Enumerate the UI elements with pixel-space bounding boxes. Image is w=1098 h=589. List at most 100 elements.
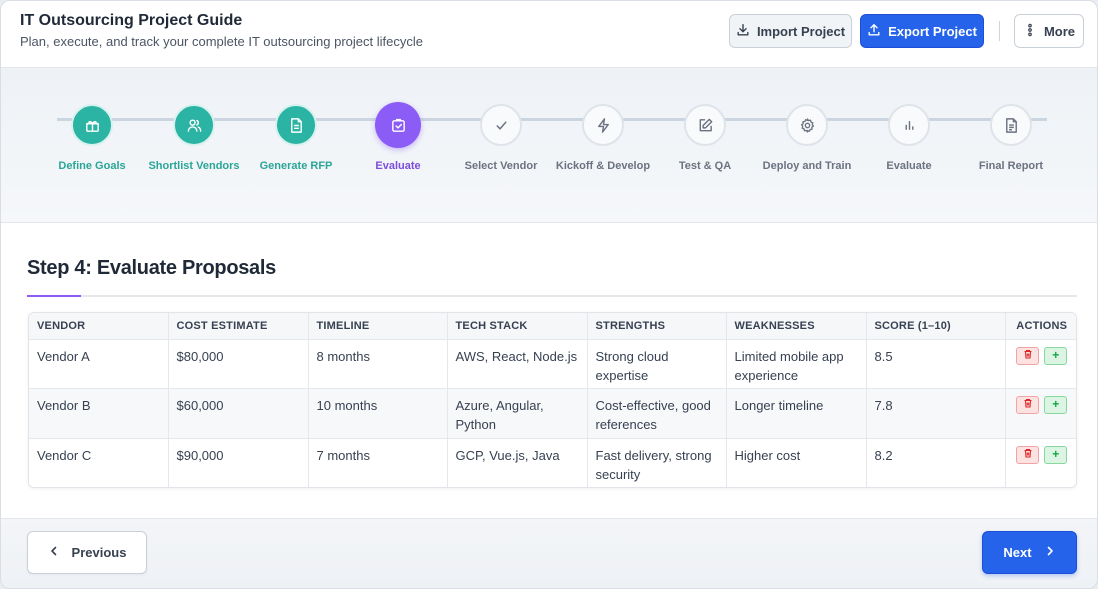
gift-icon: [71, 104, 113, 146]
export-project-label: Export Project: [888, 23, 977, 39]
table-row: Vendor A $80,000 8 months AWS, React, No…: [29, 339, 1076, 389]
cell-vendor[interactable]: Vendor C: [29, 438, 169, 487]
cell-actions: +: [1005, 438, 1076, 487]
cell-actions: +: [1005, 388, 1076, 439]
previous-button[interactable]: Previous: [27, 531, 147, 574]
import-project-label: Import Project: [756, 23, 846, 39]
column-header-actions: ACTIONS: [1005, 313, 1076, 340]
import-project-button[interactable]: Import Project: [729, 14, 852, 48]
cell-vendor[interactable]: Vendor B: [29, 388, 169, 439]
delete-row-button[interactable]: [1016, 346, 1040, 365]
step-label: Select Vendor: [464, 160, 538, 172]
add-row-button[interactable]: +: [1044, 346, 1068, 365]
delete-row-button[interactable]: [1016, 445, 1040, 464]
next-button[interactable]: Next: [982, 531, 1077, 574]
cell-score[interactable]: 7.8: [866, 388, 1006, 439]
download-icon: [736, 23, 750, 40]
add-row-button[interactable]: +: [1044, 395, 1068, 414]
step-label: Final Report: [978, 160, 1044, 172]
chevron-right-icon: [1044, 545, 1056, 560]
trash-icon: [1023, 395, 1033, 414]
progress-stepper: Define Goals Shortlist Vendors Generate …: [1, 68, 1097, 223]
step-kickoff-develop[interactable]: Kickoff & Develop: [552, 104, 654, 173]
cell-weaknesses[interactable]: Limited mobile app experience: [726, 339, 867, 389]
upload-icon: [867, 23, 881, 40]
title-accent-bar: [27, 295, 81, 297]
cell-vendor[interactable]: Vendor A: [29, 339, 169, 389]
header-divider: [999, 21, 1000, 41]
app-window: IT Outsourcing Project Guide Plan, execu…: [0, 0, 1098, 589]
step-generate-rfp[interactable]: Generate RFP: [245, 104, 347, 173]
cell-tech-stack[interactable]: AWS, React, Node.js: [447, 339, 588, 389]
previous-label: Previous: [71, 545, 127, 560]
trash-icon: [1023, 445, 1033, 464]
edit-icon: [684, 104, 726, 146]
app-title: IT Outsourcing Project Guide: [20, 12, 243, 29]
step-label: Kickoff & Develop: [555, 160, 651, 172]
cell-strengths[interactable]: Cost-effective, good references: [587, 388, 727, 439]
step-select-vendor[interactable]: Select Vendor: [450, 104, 552, 173]
cell-timeline[interactable]: 10 months: [308, 388, 448, 439]
chevron-left-icon: [48, 545, 60, 560]
column-header-tech-stack[interactable]: TECH STACK: [447, 313, 588, 340]
more-label: More: [1043, 23, 1076, 39]
main-content: Step 4: Evaluate Proposals VENDOR COST E…: [1, 223, 1097, 518]
users-icon: [173, 104, 215, 146]
section-title: Step 4: Evaluate Proposals: [27, 257, 276, 279]
cell-strengths[interactable]: Fast delivery, strong security: [587, 438, 727, 487]
export-project-button[interactable]: Export Project: [860, 14, 984, 48]
document-icon: [275, 104, 317, 146]
step-label: Generate RFP: [259, 160, 333, 172]
app-subtitle: Plan, execute, and track your complete I…: [20, 34, 423, 49]
step-define-goals[interactable]: Define Goals: [41, 104, 143, 173]
delete-row-button[interactable]: [1016, 395, 1040, 414]
lightning-icon: [582, 104, 624, 146]
report-icon: [990, 104, 1032, 146]
check-icon: [480, 104, 522, 146]
column-header-strengths[interactable]: STRENGTHS: [587, 313, 727, 340]
table-header-row: VENDOR COST ESTIMATE TIMELINE TECH STACK…: [29, 313, 1076, 340]
step-label: Test & QA: [678, 160, 732, 172]
step-test-qa[interactable]: Test & QA: [654, 104, 756, 173]
cell-weaknesses[interactable]: Higher cost: [726, 438, 867, 487]
column-header-score[interactable]: SCORE (1–10): [866, 313, 1006, 340]
cell-actions: +: [1005, 339, 1076, 389]
step-shortlist-vendors[interactable]: Shortlist Vendors: [143, 104, 245, 173]
cell-cost[interactable]: $60,000: [168, 388, 309, 439]
more-vertical-icon: [1023, 23, 1037, 40]
cell-weaknesses[interactable]: Longer timeline: [726, 388, 867, 439]
trash-icon: [1023, 346, 1033, 365]
table-row: Vendor C $90,000 7 months GCP, Vue.js, J…: [29, 438, 1076, 487]
step-evaluate-active[interactable]: Evaluate: [347, 102, 449, 173]
cell-score[interactable]: 8.5: [866, 339, 1006, 389]
step-final-report[interactable]: Final Report: [960, 104, 1062, 173]
step-label: Shortlist Vendors: [148, 160, 240, 172]
cell-tech-stack[interactable]: GCP, Vue.js, Java: [447, 438, 588, 487]
step-evaluate-final[interactable]: Evaluate: [858, 104, 960, 173]
cell-strengths[interactable]: Strong cloud expertise: [587, 339, 727, 389]
column-header-vendor[interactable]: VENDOR: [29, 313, 169, 340]
next-label: Next: [1003, 545, 1032, 560]
column-header-timeline[interactable]: TIMELINE: [308, 313, 448, 340]
cell-timeline[interactable]: 8 months: [308, 339, 448, 389]
cell-timeline[interactable]: 7 months: [308, 438, 448, 487]
step-label: Evaluate: [375, 160, 421, 172]
cell-cost[interactable]: $90,000: [168, 438, 309, 487]
more-button[interactable]: More: [1014, 14, 1084, 48]
cell-cost[interactable]: $80,000: [168, 339, 309, 389]
add-row-button[interactable]: +: [1044, 445, 1068, 464]
table-row: Vendor B $60,000 10 months Azure, Angula…: [29, 388, 1076, 439]
title-divider: [27, 295, 1077, 297]
cell-score[interactable]: 8.2: [866, 438, 1006, 487]
step-label: Define Goals: [58, 160, 126, 172]
header: IT Outsourcing Project Guide Plan, execu…: [1, 1, 1097, 68]
footer-nav: Previous Next: [1, 518, 1097, 588]
clipboard-check-icon: [375, 102, 421, 148]
step-deploy-train[interactable]: Deploy and Train: [756, 104, 858, 173]
column-header-cost[interactable]: COST ESTIMATE: [168, 313, 309, 340]
bar-chart-icon: [888, 104, 930, 146]
cell-tech-stack[interactable]: Azure, Angular, Python: [447, 388, 588, 439]
step-label: Deploy and Train: [762, 160, 852, 172]
proposals-table: VENDOR COST ESTIMATE TIMELINE TECH STACK…: [28, 312, 1077, 488]
column-header-weaknesses[interactable]: WEAKNESSES: [726, 313, 867, 340]
